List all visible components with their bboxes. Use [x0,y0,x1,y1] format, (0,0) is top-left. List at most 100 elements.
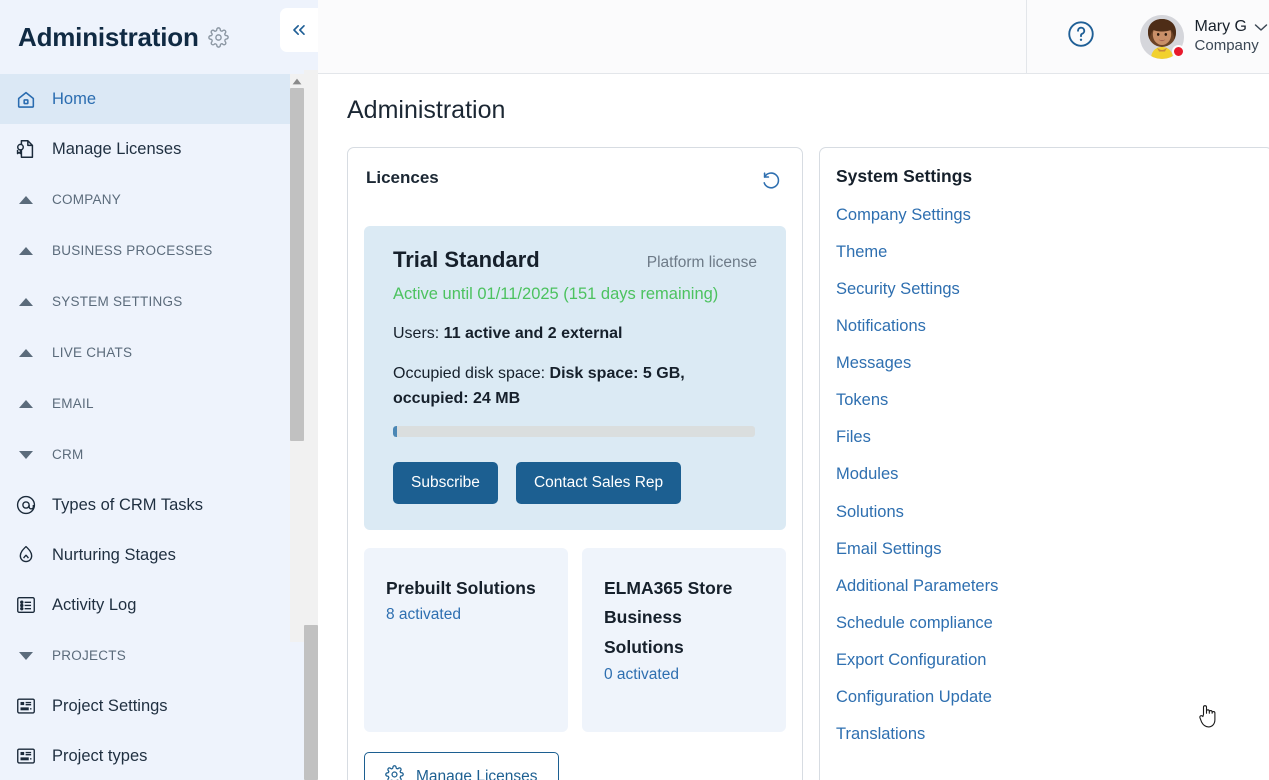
user-organization: Company [1194,37,1259,55]
licences-card: Licences Trial Standard Platform license… [347,147,803,780]
sidebar-item-types-of-crm-tasks[interactable]: Types of CRM Tasks [0,480,304,530]
list-icon [12,594,40,616]
sidebar-header: Administration [0,0,318,74]
sidebar-group-label: BUSINESS PROCESSES [52,243,213,258]
triangle-down-icon [12,450,40,460]
sidebar-outer-scrollbar-thumb[interactable] [304,625,318,780]
avatar-wrapper [1139,14,1185,59]
plan-buttons: Subscribe Contact Sales Rep [393,461,757,504]
sidebar-item-nurturing-stages[interactable]: Nurturing Stages [0,530,304,580]
plan-status: Active until 01/11/2025 (151 days remain… [393,285,719,303]
sidebar: Administration Home Manage Licenses COMP… [0,0,318,780]
contact-sales-rep-button[interactable]: Contact Sales Rep [515,461,682,504]
status-badge [1171,44,1185,58]
triangle-up-icon [12,195,40,205]
help-button[interactable] [1066,19,1096,54]
solutions-row: Prebuilt Solutions 8 activated ELMA365 S… [364,547,786,732]
plan-users-label: Users: [393,325,444,342]
sidebar-item-manage-licenses[interactable]: Manage Licenses [0,124,304,174]
link-theme[interactable]: Theme [836,233,1256,270]
sidebar-inner-scrollbar[interactable] [290,74,304,642]
link-configuration-update[interactable]: Configuration Update [836,679,1256,716]
link-messages[interactable]: Messages [836,345,1256,382]
sidebar-group-label: EMAIL [52,396,94,411]
sidebar-group-system-settings[interactable]: SYSTEM SETTINGS [0,276,304,327]
triangle-up-icon [12,399,40,409]
question-circle-icon [1066,19,1096,54]
solution-count[interactable]: 8 activated [386,606,546,624]
triangle-down-icon [12,651,40,661]
scroll-up-arrow-icon[interactable] [290,74,304,88]
solution-card-store[interactable]: ELMA365 Store Business Solutions 0 activ… [582,547,786,732]
sidebar-group-live-chats[interactable]: LIVE CHATS [0,327,304,378]
solution-name: ELMA365 Store Business Solutions [604,577,733,658]
triangle-up-icon [12,246,40,256]
manage-licenses-button[interactable]: Manage Licenses [364,751,559,780]
refresh-button[interactable] [758,168,784,199]
link-email-settings[interactable]: Email Settings [836,530,1256,567]
sidebar-group-company[interactable]: COMPANY [0,174,304,225]
sidebar-group-label: SYSTEM SETTINGS [52,294,183,309]
subscribe-button[interactable]: Subscribe [393,461,498,504]
link-schedule-compliance[interactable]: Schedule compliance [836,605,1256,642]
sidebar-title: Administration [18,21,199,52]
user-text: Mary G Company [1195,17,1268,56]
sidebar-item-label: Types of CRM Tasks [52,495,203,514]
gear-icon [385,764,404,780]
sidebar-group-label: COMPANY [52,192,122,207]
manage-licenses-label: Manage Licenses [416,767,538,780]
link-export-configuration[interactable]: Export Configuration [836,642,1256,679]
main-area: Mary G Company Administration Licences T… [318,0,1269,780]
collapse-sidebar-button[interactable] [280,8,318,52]
sidebar-nav-scroll: Home Manage Licenses COMPANY BUSINESS PR… [0,74,304,780]
sidebar-item-activity-log[interactable]: Activity Log [0,580,304,630]
license-document-icon [12,138,40,160]
plan-disk-label: Occupied disk space: [393,365,550,382]
sidebar-item-project-types[interactable]: Project types [0,731,304,780]
solution-count[interactable]: 0 activated [604,666,764,684]
plan-users-value: 11 active and 2 external [443,325,623,342]
link-solutions[interactable]: Solutions [836,493,1256,530]
topbar-divider [1026,0,1027,74]
user-menu[interactable]: Mary G Company [1139,14,1268,59]
sidebar-group-label: PROJECTS [52,648,127,663]
chevron-down-icon[interactable] [1254,23,1268,32]
at-sign-icon [12,494,40,516]
link-company-settings[interactable]: Company Settings [836,196,1256,233]
chevron-double-left-icon [289,20,309,40]
topbar: Mary G Company [318,0,1269,74]
solution-name: Prebuilt Solutions [386,577,536,598]
sidebar-group-email[interactable]: EMAIL [0,378,304,429]
link-translations[interactable]: Translations [836,716,1256,753]
sidebar-item-label: Activity Log [52,595,137,614]
plan-name: Trial Standard [393,247,540,272]
home-icon [12,88,40,110]
sidebar-group-business-processes[interactable]: BUSINESS PROCESSES [0,225,304,276]
page-title: Administration [347,96,506,124]
licences-card-header: Licences [364,164,786,199]
sidebar-item-project-settings[interactable]: Project Settings [0,681,304,731]
disk-usage-progressbar [393,425,755,437]
sidebar-group-projects[interactable]: PROJECTS [0,630,304,681]
system-settings-title: System Settings [836,166,973,186]
sidebar-inner-scrollbar-thumb[interactable] [290,88,304,441]
sidebar-group-crm[interactable]: CRM [0,429,304,480]
sidebar-item-home[interactable]: Home [0,74,304,124]
link-additional-parameters[interactable]: Additional Parameters [836,567,1256,604]
link-tokens[interactable]: Tokens [836,382,1256,419]
gear-icon[interactable] [207,26,229,48]
link-security-settings[interactable]: Security Settings [836,270,1256,307]
user-name: Mary G [1194,18,1247,36]
link-files[interactable]: Files [836,419,1256,456]
triangle-up-icon [12,348,40,358]
link-notifications[interactable]: Notifications [836,307,1256,344]
project-types-icon [12,745,40,767]
sidebar-outer-scrollbar[interactable] [304,70,318,780]
solution-card-prebuilt[interactable]: Prebuilt Solutions 8 activated [364,547,568,732]
refresh-icon [760,170,782,197]
disk-usage-progress-fill [393,425,397,437]
link-modules[interactable]: Modules [836,456,1256,493]
system-settings-card: System Settings Company Settings Theme S… [819,147,1269,780]
plan-type: Platform license [646,254,757,271]
flame-icon [12,544,40,566]
